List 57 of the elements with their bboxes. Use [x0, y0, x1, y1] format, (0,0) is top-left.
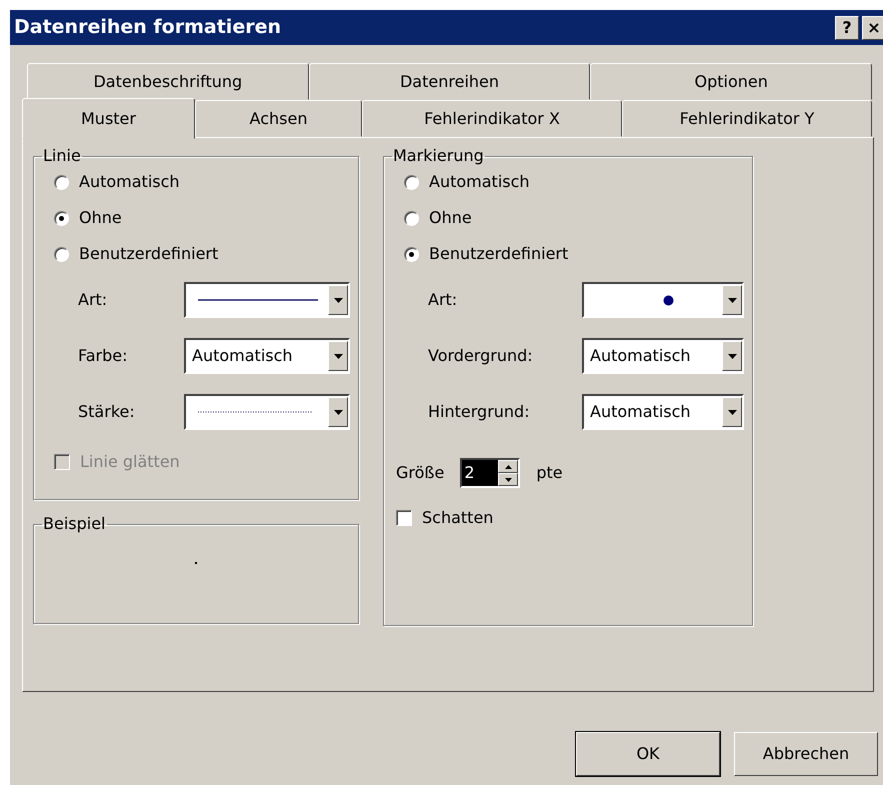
line-style-icon	[198, 299, 318, 301]
checkbox-option[interactable]: Schatten	[392, 500, 744, 536]
group-title: Linie	[42, 148, 82, 164]
field-label: Farbe:	[78, 345, 128, 367]
dropdown-arrow-button[interactable]	[722, 285, 742, 315]
radio-option[interactable]: Automatisch	[392, 164, 744, 200]
radio-option[interactable]: Ohne	[392, 200, 744, 236]
help-button[interactable]: ?	[835, 16, 859, 40]
tab[interactable]: Datenbeschriftung	[27, 63, 309, 100]
cancel-button[interactable]: Abbrechen	[734, 732, 878, 776]
group-title: Markierung	[392, 148, 485, 164]
dropdown[interactable]	[184, 282, 350, 318]
dropdown[interactable]: Automatisch	[582, 394, 744, 430]
window-title: Datenreihen formatieren	[14, 15, 282, 40]
dropdown[interactable]: Automatisch	[184, 338, 350, 374]
group-title: Beispiel	[42, 516, 106, 532]
caret-icon	[728, 298, 736, 302]
spin-up-button[interactable]	[498, 460, 518, 473]
caret-icon	[334, 354, 342, 358]
radio-option[interactable]: Benutzerdefiniert	[392, 236, 744, 272]
spin-field[interactable]: 2	[460, 458, 520, 488]
dropdown-arrow-button[interactable]	[722, 397, 742, 427]
tab[interactable]: Fehlerindikator X	[362, 100, 622, 137]
unit-label: pte	[536, 462, 563, 484]
checkbox-option: Linie glätten	[42, 444, 350, 480]
dropdown[interactable]	[582, 282, 744, 318]
radio-option[interactable]: Benutzerdefiniert	[42, 236, 350, 272]
field-label: Art:	[428, 289, 458, 311]
field-label: Hintergrund:	[428, 401, 530, 423]
field-label: Stärke:	[78, 401, 135, 423]
caret-icon	[728, 354, 736, 358]
ok-button[interactable]: OK	[576, 732, 720, 776]
tab[interactable]: Optionen	[590, 63, 872, 100]
caret-icon	[334, 410, 342, 414]
marker-dot-icon	[663, 294, 674, 306]
dropdown[interactable]	[184, 394, 350, 430]
field-label: Vordergrund:	[428, 345, 533, 367]
tab[interactable]: Muster	[22, 98, 195, 139]
up-arrow-icon	[504, 464, 512, 468]
dropdown-arrow-button[interactable]	[328, 285, 348, 315]
dropdown-arrow-button[interactable]	[328, 397, 348, 427]
line-weight-icon	[198, 411, 313, 413]
down-arrow-icon	[504, 478, 512, 482]
dropdown[interactable]: Automatisch	[582, 338, 744, 374]
tab[interactable]: Datenreihen	[308, 63, 590, 100]
field-label: Größe	[396, 462, 444, 484]
tab[interactable]: Fehlerindikator Y	[622, 100, 872, 137]
tab[interactable]: Achsen	[195, 100, 362, 137]
spin-down-button[interactable]	[498, 473, 518, 486]
caret-icon	[728, 410, 736, 414]
dropdown-arrow-button[interactable]	[328, 341, 348, 371]
field-label: Art:	[78, 289, 108, 311]
dropdown-arrow-button[interactable]	[722, 341, 742, 371]
radio-option[interactable]: Automatisch	[42, 164, 350, 200]
caret-icon	[334, 298, 342, 302]
close-button[interactable]: ×	[862, 16, 883, 40]
radio-option[interactable]: Ohne	[42, 200, 350, 236]
